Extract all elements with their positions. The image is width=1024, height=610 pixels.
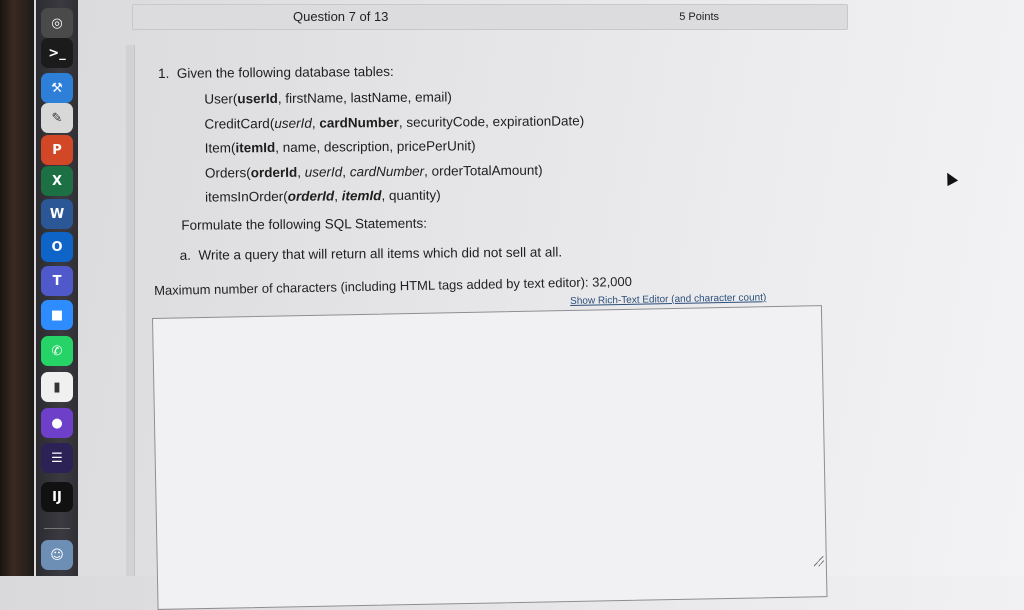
table-field: orderId (287, 188, 335, 204)
screen-bezel (0, 0, 34, 576)
part-label: a. (179, 247, 191, 263)
eclipse-icon[interactable]: ☰ (41, 443, 73, 473)
finder-icon[interactable]: ☺ (41, 540, 73, 570)
excel-icon[interactable]: X (41, 166, 73, 196)
part-text: Write a query that will return all items… (198, 244, 563, 263)
table-definition: itemsInOrder(orderId, itemId, quantity) (205, 188, 441, 205)
question-body: 1. Given the following database tables: … (158, 60, 838, 263)
table-field: userId (274, 115, 312, 131)
max-characters-note: Maximum number of characters (including … (154, 273, 633, 298)
page-divider (134, 45, 135, 576)
table-name: Orders( (204, 164, 251, 181)
whatsapp-icon[interactable]: ✆ (41, 336, 73, 366)
table-field: userId (304, 163, 343, 180)
table-field: , (342, 163, 350, 179)
question-instruction: Formulate the following SQL Statements: (181, 215, 428, 233)
table-field: cardNumber (349, 163, 425, 179)
table-definition: Item(itemId, name, description, pricePer… (205, 138, 476, 155)
table-field: itemId (235, 139, 276, 156)
table-name: itemsInOrder( (205, 188, 288, 205)
table-field: , securityCode, expirationDate) (398, 112, 585, 130)
question-header-bar: Question 7 of 13 5 Points (132, 4, 848, 30)
table-definition: CreditCard(userId, cardNumber, securityC… (204, 113, 584, 131)
chart-app-icon[interactable]: ▮ (41, 372, 73, 402)
table-field: cardNumber (319, 114, 399, 131)
table-field: itemId (341, 188, 382, 204)
github-icon[interactable]: ● (41, 408, 73, 438)
question-points: 5 Points (679, 11, 719, 23)
intellij-icon[interactable]: IJ (41, 482, 73, 512)
zoom-icon[interactable]: ■ (41, 300, 73, 330)
teams-icon[interactable]: T (41, 266, 73, 296)
table-field: , quantity) (381, 187, 441, 204)
xcode-icon[interactable]: ⚒ (41, 73, 73, 103)
table-name: Item( (204, 140, 236, 156)
table-definition: Orders(orderId, userId, cardNumber, orde… (205, 162, 543, 180)
table-field: , (311, 115, 320, 131)
table-name: User( (204, 91, 238, 107)
table-field: , name, description, pricePerUnit) (275, 138, 476, 155)
question-number: 1. (158, 65, 170, 81)
table-definition: User(userId, firstName, lastName, email) (204, 89, 452, 106)
resize-handle-icon[interactable] (813, 556, 824, 567)
table-field: , (297, 164, 305, 180)
terminal-icon[interactable]: >_ (41, 38, 73, 68)
powerpoint-icon[interactable]: P (41, 135, 73, 165)
show-rich-text-editor-link[interactable]: Show Rich-Text Editor (and character cou… (570, 292, 766, 307)
word-icon[interactable]: W (41, 199, 73, 229)
chrome-icon[interactable]: ◎ (41, 8, 73, 38)
question-part-a: a. Write a query that will return all it… (180, 244, 563, 262)
table-name: CreditCard( (204, 115, 275, 132)
table-field: userId (237, 90, 278, 107)
dock: ◎ >_ ⚒ ✎ P X W O T ■ ✆ ▮ ● ☰ IJ ☺ (36, 0, 78, 576)
mouse-cursor-icon (941, 169, 959, 187)
answer-textarea[interactable] (152, 305, 828, 610)
table-field: , firstName, lastName, email) (277, 89, 452, 106)
question-counter: Question 7 of 13 (293, 9, 389, 24)
question-intro: Given the following database tables: (176, 63, 394, 81)
table-field: orderId (250, 164, 298, 180)
table-field: , orderTotalAmount) (423, 162, 543, 179)
dock-separator (44, 528, 70, 529)
table-field: , (334, 188, 342, 204)
question-intro-line: 1. Given the following database tables: (158, 64, 394, 81)
page-margin (126, 45, 134, 576)
textedit-icon[interactable]: ✎ (41, 103, 73, 133)
outlook-icon[interactable]: O (41, 232, 73, 262)
